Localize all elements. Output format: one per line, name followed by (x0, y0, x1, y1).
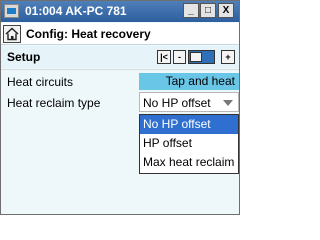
page-title: Config: Heat recovery (26, 27, 151, 41)
home-button[interactable] (3, 25, 21, 43)
divider (1, 69, 239, 70)
heat-reclaim-type-value: No HP offset (143, 96, 211, 110)
page-scrollbar-thumb[interactable] (190, 52, 202, 62)
heat-reclaim-type-dropdown: No HP offset HP offset Max heat reclaim (139, 114, 239, 174)
dropdown-option[interactable]: No HP offset (140, 115, 238, 134)
minimize-button[interactable]: _ (183, 3, 199, 18)
app-icon (4, 4, 19, 18)
nav-first-button[interactable]: |< (157, 50, 171, 64)
title-bar[interactable]: 01:004 AK-PC 781 _ □ X (1, 1, 239, 22)
nav-prev-button[interactable]: - (173, 50, 186, 64)
chevron-down-icon[interactable] (221, 96, 235, 109)
dropdown-option[interactable]: HP offset (140, 134, 238, 153)
page-header: Config: Heat recovery (1, 23, 239, 45)
window-title: 01:004 AK-PC 781 (25, 4, 127, 18)
page-scrollbar[interactable] (188, 50, 215, 64)
nav-next-button[interactable]: + (221, 50, 235, 64)
heat-circuits-value[interactable]: Tap and heat (139, 73, 239, 90)
setup-row: Setup |< - + (1, 46, 239, 68)
heat-reclaim-type-select[interactable]: No HP offset (139, 92, 239, 112)
dropdown-option[interactable]: Max heat reclaim (140, 153, 238, 172)
setup-label: Setup (7, 50, 41, 64)
heat-circuits-label: Heat circuits (7, 75, 74, 89)
heat-reclaim-type-label: Heat reclaim type (7, 96, 101, 110)
home-icon (5, 27, 19, 41)
close-button[interactable]: X (218, 3, 234, 18)
app-window: 01:004 AK-PC 781 _ □ X Config: Heat reco… (0, 0, 240, 215)
maximize-button[interactable]: □ (200, 3, 216, 18)
